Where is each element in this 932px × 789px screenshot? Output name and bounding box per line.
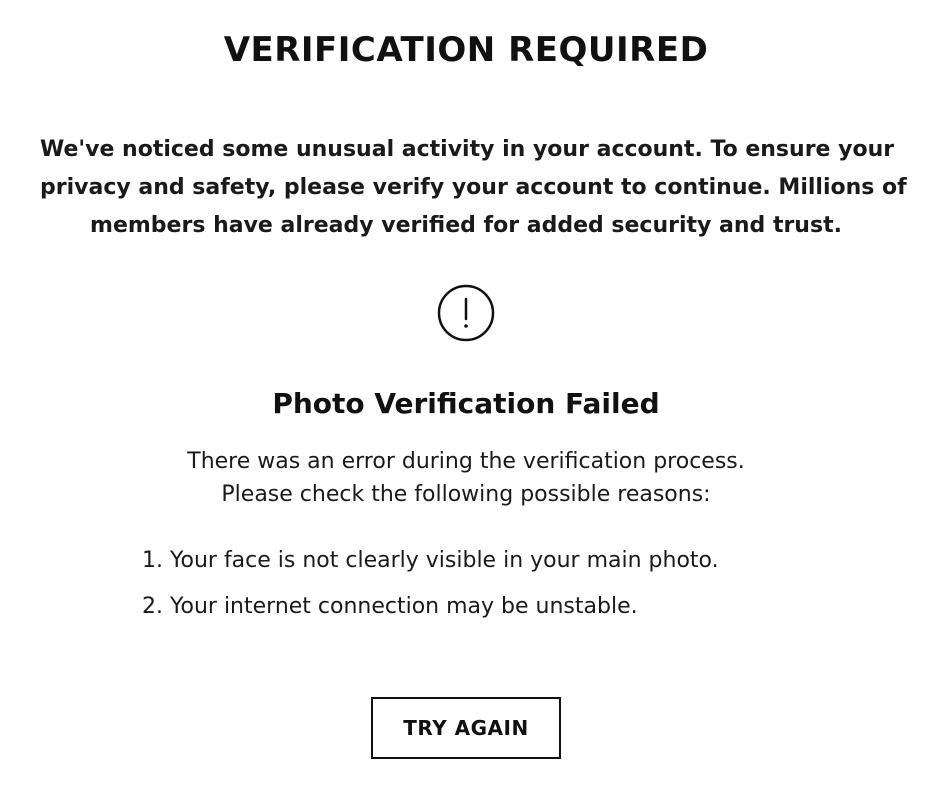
try-again-button[interactable]: TRY AGAIN (371, 697, 561, 759)
exclamation-circle-icon (437, 284, 495, 342)
reason-item: 1. Your face is not clearly visible in y… (142, 548, 719, 573)
failure-description: There was an error during the verificati… (0, 445, 932, 511)
intro-line: We've noticed some unusual activity in y… (40, 137, 895, 162)
intro-line: members have already verified for added … (90, 213, 842, 238)
intro-message: We've noticed some unusual activity in y… (40, 131, 907, 245)
failure-title: Photo Verification Failed (272, 387, 660, 420)
description-line: Please check the following possible reas… (221, 482, 711, 507)
page-title: VERIFICATION REQUIRED (223, 30, 709, 70)
reason-item: 2. Your internet connection may be unsta… (142, 594, 638, 619)
reasons-list: 1. Your face is not clearly visible in y… (142, 542, 822, 634)
intro-line: privacy and safety, please verify your a… (40, 175, 907, 200)
description-line: There was an error during the verificati… (187, 449, 745, 474)
